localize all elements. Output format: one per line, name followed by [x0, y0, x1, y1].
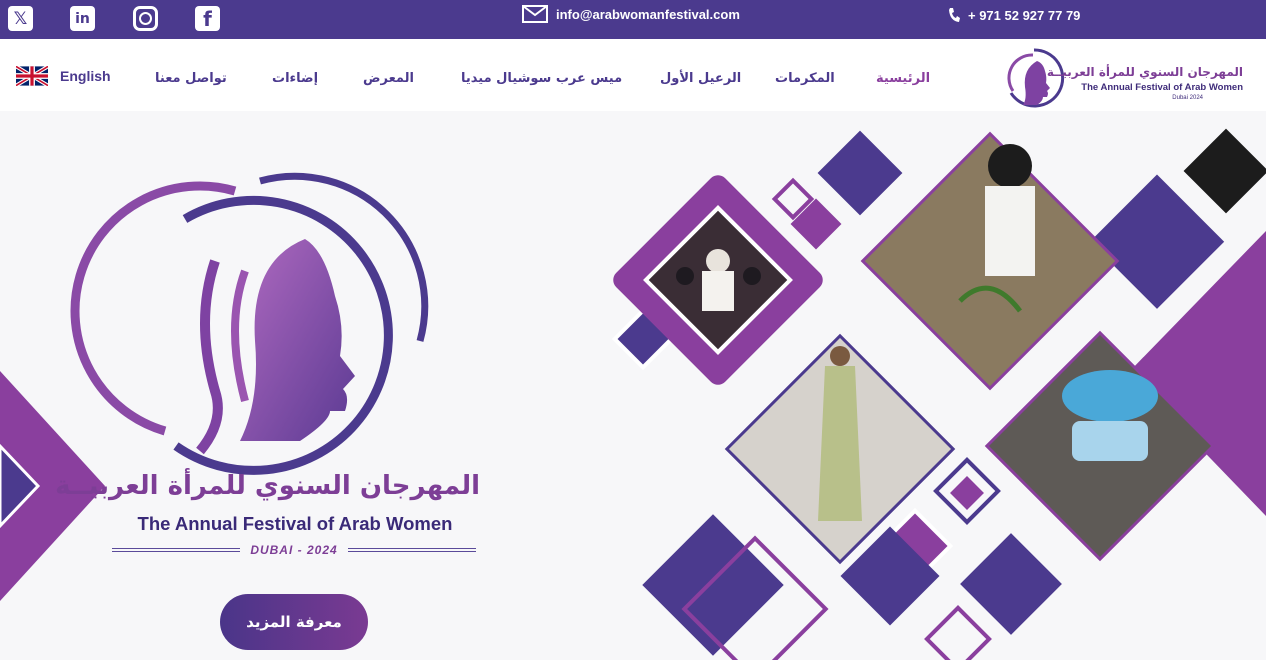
facebook-icon[interactable]: f [195, 6, 220, 31]
phone-contact[interactable]: + 971 52 927 77 79 [948, 7, 1080, 23]
brand-location: Dubai 2024 [1172, 95, 1203, 101]
language-label[interactable]: English [60, 68, 111, 84]
top-bar: 𝕏 in f info@arabwomanfestival.com + 971 … [0, 0, 1266, 39]
nav-exhibition[interactable]: المعرض [363, 71, 414, 86]
nav-highlights[interactable]: إضاءات [272, 71, 318, 86]
nav-miss-arab-social-media[interactable]: ميس عرب سوشيال ميديا [461, 71, 622, 86]
hero-title-en: The Annual Festival of Arab Women [137, 513, 453, 534]
nav-honorees[interactable]: المكرمات [775, 71, 835, 86]
phone-text[interactable]: + 971 52 927 77 79 [968, 8, 1080, 23]
nav-pioneers[interactable]: الرعيل الأول [660, 71, 741, 86]
brand-title-en: The Annual Festival of Arab Women [1081, 82, 1243, 93]
instagram-icon[interactable] [133, 6, 158, 31]
mail-icon [522, 5, 548, 23]
phone-icon [949, 8, 960, 22]
linkedin-icon[interactable]: in [70, 6, 95, 31]
email-contact[interactable]: info@arabwomanfestival.com [522, 5, 740, 23]
nav-contact[interactable]: تواصل معنا [155, 71, 227, 86]
hero-logo-icon [70, 172, 429, 475]
hero-title-ar: المهرجان السنوي للمرأة العربيــة [55, 471, 480, 501]
subtitle-right-rule [348, 548, 476, 552]
brand-title-ar: المهرجان السنوي للمرأة العربيــة [1046, 65, 1243, 79]
learn-more-button[interactable]: معرفة المزيد [220, 594, 368, 650]
main-navbar: English تواصل معنا إضاءات المعرض ميس عرب… [0, 39, 1266, 111]
x-icon[interactable]: 𝕏 [8, 6, 33, 31]
hero-section: المهرجان السنوي للمرأة العربيــة The Ann… [0, 111, 1266, 660]
brand-logo[interactable]: المهرجان السنوي للمرأة العربيــة The Ann… [1003, 47, 1243, 109]
language-switcher[interactable]: English [16, 66, 111, 86]
hero-decorations [0, 128, 1266, 660]
nav-home[interactable]: الرئيسية [876, 71, 930, 86]
email-text[interactable]: info@arabwomanfestival.com [556, 7, 740, 22]
hero-subtitle: DUBAI - 2024 [112, 543, 476, 557]
uk-flag-icon [16, 66, 48, 86]
